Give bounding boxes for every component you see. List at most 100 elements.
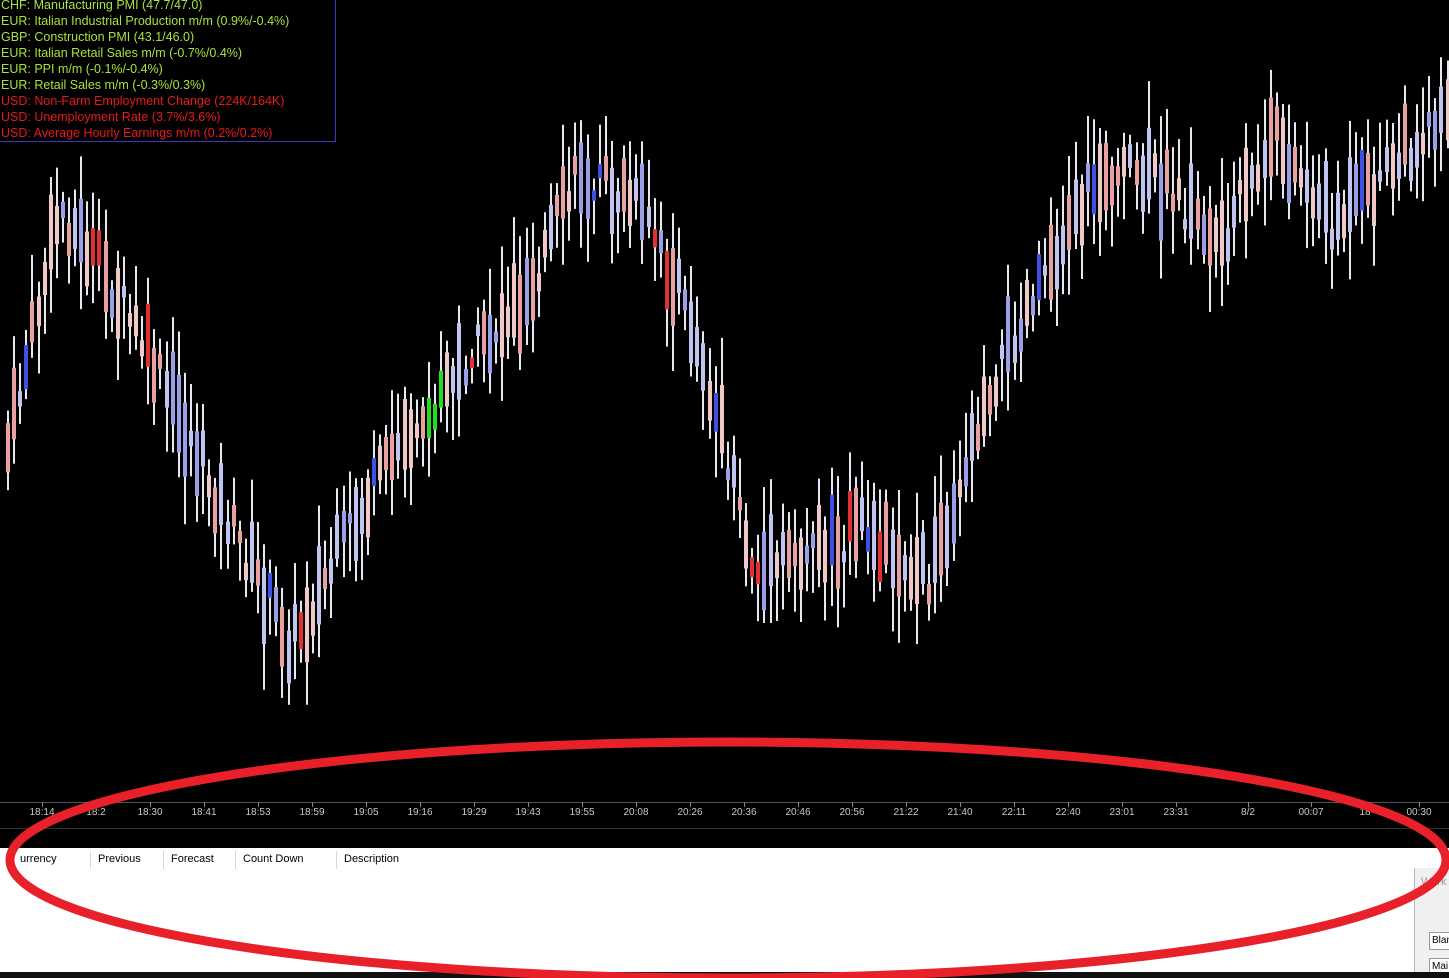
news-item: EUR: Retail Sales m/m (-0.3%/0.3%): [1, 78, 206, 92]
column-header[interactable]: Previous: [98, 853, 141, 865]
axis-tick-label: 20:26: [677, 807, 703, 818]
column-header[interactable]: Forecast: [171, 853, 214, 865]
candle-body: [372, 458, 376, 487]
candle-body: [104, 241, 108, 313]
candle-body: [171, 351, 175, 425]
side-widget[interactable]: Work Blan Mai: [1414, 868, 1449, 978]
candle-body: [1311, 187, 1315, 219]
candle-body: [305, 587, 309, 663]
candle-body: [403, 399, 407, 470]
candle-body: [262, 567, 266, 644]
side-field-1[interactable]: Blan: [1429, 932, 1449, 950]
candle-body: [775, 552, 779, 579]
candle-body: [1055, 236, 1059, 290]
candle-body: [476, 324, 480, 337]
candle-body: [232, 505, 236, 527]
candle-body: [128, 313, 132, 327]
axis-tick-label: 19:43: [515, 807, 541, 818]
candle-body: [293, 604, 297, 642]
candle-body: [939, 502, 943, 576]
candle-body: [323, 567, 327, 589]
axis-tick-label: 21:40: [947, 807, 973, 818]
candle-body: [884, 501, 888, 565]
candle-body: [1372, 174, 1376, 226]
candle-body: [1080, 183, 1084, 246]
candle-body: [1110, 165, 1114, 206]
candle-body: [848, 491, 852, 542]
candle-body: [866, 527, 870, 552]
economic-events-panel: urrency Previous Forecast Count Down Descrip…: [0, 848, 1449, 972]
candle-body: [329, 558, 333, 584]
candle-body: [396, 432, 400, 461]
candle-body: [140, 340, 144, 357]
candle-body: [500, 293, 504, 358]
candle-body: [915, 537, 919, 605]
candle-body: [1378, 170, 1382, 182]
axis-tick-label: 18:2: [86, 807, 106, 818]
candle-body: [1336, 192, 1340, 240]
candle-body: [1238, 180, 1242, 195]
column-header[interactable]: Description: [344, 853, 399, 865]
candle-body: [12, 367, 16, 440]
candle-body: [61, 201, 65, 219]
candle-body: [518, 274, 522, 354]
candle-body: [549, 204, 553, 250]
candle-body: [695, 327, 699, 367]
candle-body: [836, 516, 840, 589]
candle-body: [720, 384, 724, 454]
candle-body: [195, 431, 199, 497]
candle-body: [384, 436, 388, 470]
news-item: USD: Unemployment Rate (3.7%/3.6%): [1, 110, 221, 124]
candle-body: [311, 601, 315, 636]
candle-body: [1403, 103, 1407, 165]
column-separator: [163, 851, 164, 869]
candle-body: [1098, 143, 1102, 222]
axis-tick-label: 8/2: [1241, 807, 1255, 818]
candle-body: [1183, 219, 1187, 230]
news-item: EUR: Italian Industrial Production m/m (…: [1, 14, 290, 28]
candle-body: [1122, 146, 1126, 177]
time-axis: 18:14 18:2 18:30 18:41 18:53 18:59 19:05 19:16 1…: [0, 800, 1449, 848]
column-header[interactable]: urrency: [20, 853, 57, 865]
column-header[interactable]: Count Down: [243, 853, 304, 865]
candle-body: [238, 531, 242, 544]
candle-body: [1196, 198, 1200, 230]
candle-body: [830, 494, 834, 566]
candle-body: [994, 376, 998, 407]
candle-body: [781, 532, 785, 566]
candle-body: [1104, 143, 1108, 211]
candle-body: [1153, 153, 1157, 178]
news-item: EUR: PPI m/m (-0.1%/-0.4%): [1, 62, 163, 76]
candle-body: [1354, 163, 1358, 217]
events-table-header: urrency Previous Forecast Count Down Descrip…: [0, 848, 1449, 870]
candle-body: [640, 163, 644, 240]
candle-body: [976, 424, 980, 451]
candle-body: [573, 155, 577, 175]
candle-body: [1049, 224, 1053, 300]
candle-body: [1202, 214, 1206, 255]
candle-body: [1269, 97, 1273, 177]
candle-body: [677, 258, 681, 293]
side-widget-title: Work: [1421, 876, 1447, 888]
axis-tick-label: 22:40: [1055, 807, 1081, 818]
price-chart[interactable]: CHF: Manufacturing PMI (47.7/47.0) EUR: I…: [0, 0, 1449, 800]
candle-body: [213, 487, 217, 534]
candle-body: [152, 347, 156, 403]
bottom-status-strip: [0, 972, 1449, 978]
candle-body: [24, 345, 28, 390]
candle-body: [952, 483, 956, 544]
candle-body: [1342, 204, 1346, 239]
candle-body: [488, 314, 492, 374]
candle-body: [457, 323, 461, 400]
axis-tick-label: 19:29: [461, 807, 487, 818]
candle-body: [1159, 163, 1163, 241]
candle-body: [1281, 117, 1285, 185]
candle-body: [451, 366, 455, 393]
candle-body: [1189, 163, 1193, 239]
candle-body: [146, 303, 150, 367]
candle-body: [537, 273, 541, 292]
candle-body: [1287, 143, 1291, 204]
candle-body: [219, 463, 223, 525]
candle-body: [409, 409, 413, 468]
candle-body: [714, 392, 718, 432]
